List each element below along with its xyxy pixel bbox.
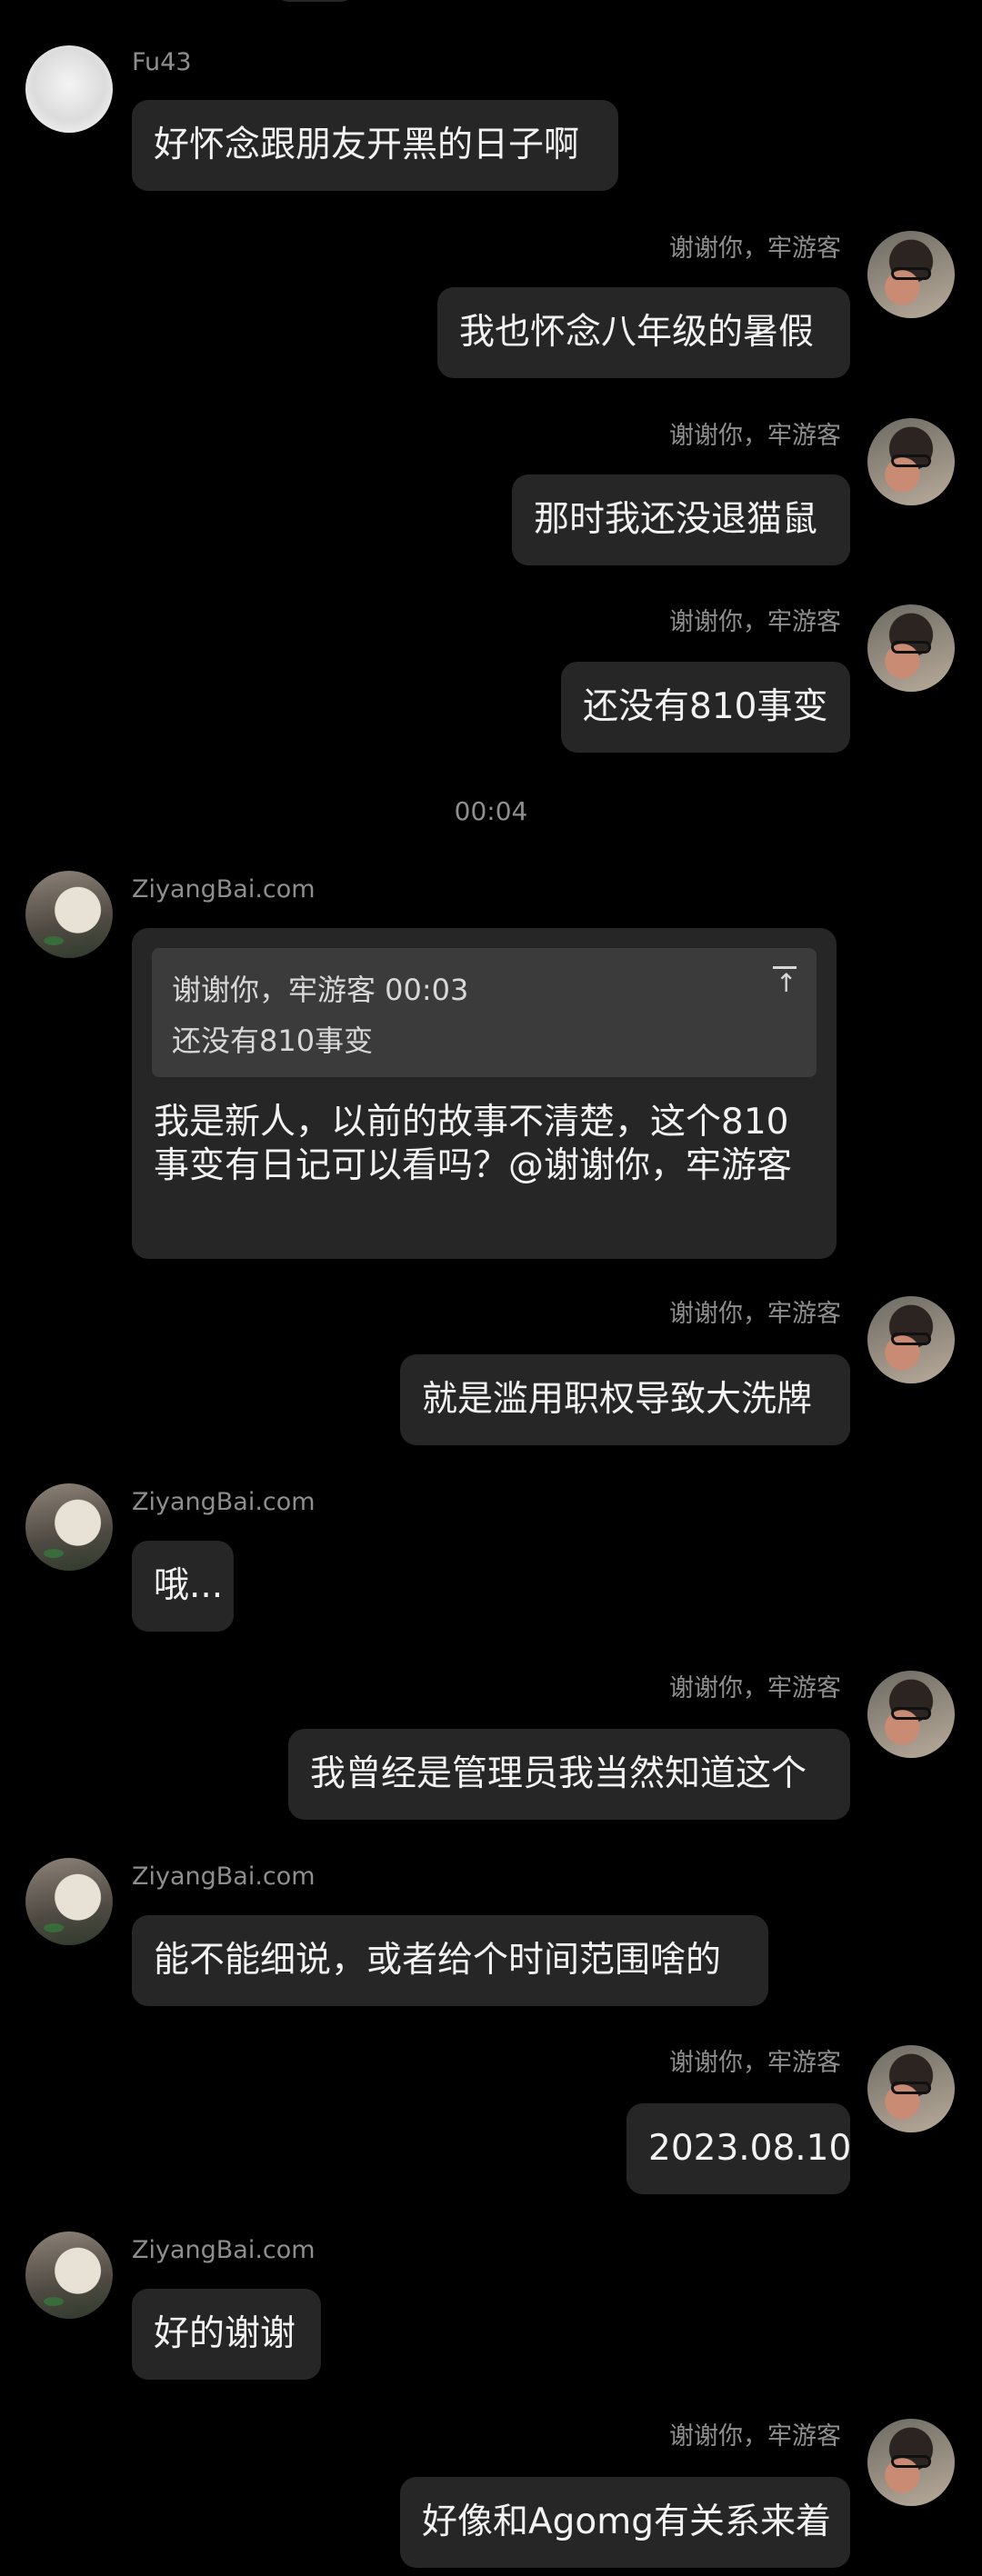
sender-name: ZiyangBai.com xyxy=(132,875,316,904)
avatar-self[interactable] xyxy=(867,231,955,318)
message-bubble-partial[interactable] xyxy=(273,0,356,2)
sender-name: 谢谢你，牢游客 xyxy=(669,235,841,263)
time-divider: 00:04 xyxy=(454,796,528,826)
avatar-self[interactable] xyxy=(867,2419,955,2506)
message-bubble[interactable]: 好像和Agomg有关系来着 xyxy=(400,2477,850,2568)
quoted-header: 谢谢你，牢游客 00:03 xyxy=(172,973,469,1007)
message-text: 我是新人，以前的故事不清楚，这个810事变有日记可以看吗？@谢谢你，牢游客 xyxy=(154,1102,793,1186)
message-bubble[interactable]: 我曾经是管理员我当然知道这个 xyxy=(288,1729,850,1820)
avatar-ziyangbai[interactable] xyxy=(25,1858,113,1945)
sender-name: 谢谢你，牢游客 xyxy=(669,2422,841,2451)
glasses-icon xyxy=(891,2455,931,2468)
sender-name: 谢谢你，牢游客 xyxy=(669,422,841,450)
avatar-self[interactable] xyxy=(867,2045,955,2132)
avatar-ziyangbai[interactable] xyxy=(25,2232,113,2319)
avatar-self[interactable] xyxy=(867,604,955,692)
message-bubble-reply[interactable]: 谢谢你，牢游客 00:03 还没有810事变 ↑ 我是新人，以前的故事不清楚，这… xyxy=(132,928,837,1259)
glasses-icon xyxy=(891,2082,931,2094)
message-bubble[interactable]: 2023.08.10 xyxy=(626,2103,851,2194)
glasses-icon xyxy=(891,641,931,654)
glasses-icon xyxy=(891,1707,931,1720)
sender-name: ZiyangBai.com xyxy=(132,1862,316,1891)
sender-name: 谢谢你，牢游客 xyxy=(669,608,841,636)
sender-name: 谢谢你，牢游客 xyxy=(669,1674,841,1702)
avatar-self[interactable] xyxy=(867,1296,955,1383)
leaf-icon xyxy=(44,936,64,945)
message-bubble[interactable]: 好的谢谢 xyxy=(132,2289,321,2380)
avatar-self[interactable] xyxy=(867,1671,955,1758)
quoted-text: 还没有810事变 xyxy=(172,1023,374,1058)
message-bubble[interactable]: 还没有810事变 xyxy=(561,662,850,753)
sender-name: ZiyangBai.com xyxy=(132,1488,316,1516)
glasses-icon xyxy=(891,1333,931,1345)
avatar-ziyangbai[interactable] xyxy=(25,1483,113,1571)
message-bubble[interactable]: 哦... xyxy=(132,1541,234,1632)
avatar-fu43[interactable] xyxy=(25,45,113,133)
sender-name: Fu43 xyxy=(132,48,192,76)
leaf-icon xyxy=(44,1549,64,1558)
glasses-icon xyxy=(891,267,931,280)
message-bubble[interactable]: 那时我还没退猫鼠 xyxy=(512,474,850,565)
message-bubble[interactable]: 能不能细说，或者给个时间范围啥的 xyxy=(132,1915,768,2006)
sender-name: 谢谢你，牢游客 xyxy=(669,2049,841,2077)
message-bubble[interactable]: 好怀念跟朋友开黑的日子啊 xyxy=(132,100,618,191)
jump-to-original-icon[interactable]: ↑ xyxy=(773,966,797,996)
leaf-icon xyxy=(44,1923,64,1932)
avatar-self[interactable] xyxy=(867,418,955,505)
sender-name: ZiyangBai.com xyxy=(132,2236,316,2264)
sender-name: 谢谢你，牢游客 xyxy=(669,1300,841,1328)
message-bubble[interactable]: 就是滥用职权导致大洗牌 xyxy=(400,1354,850,1445)
message-bubble[interactable]: 我也怀念八年级的暑假 xyxy=(437,287,850,378)
glasses-icon xyxy=(891,454,931,467)
leaf-icon xyxy=(44,2297,64,2306)
avatar-ziyangbai[interactable] xyxy=(25,871,113,958)
quoted-message[interactable]: 谢谢你，牢游客 00:03 还没有810事变 ↑ xyxy=(152,948,817,1077)
